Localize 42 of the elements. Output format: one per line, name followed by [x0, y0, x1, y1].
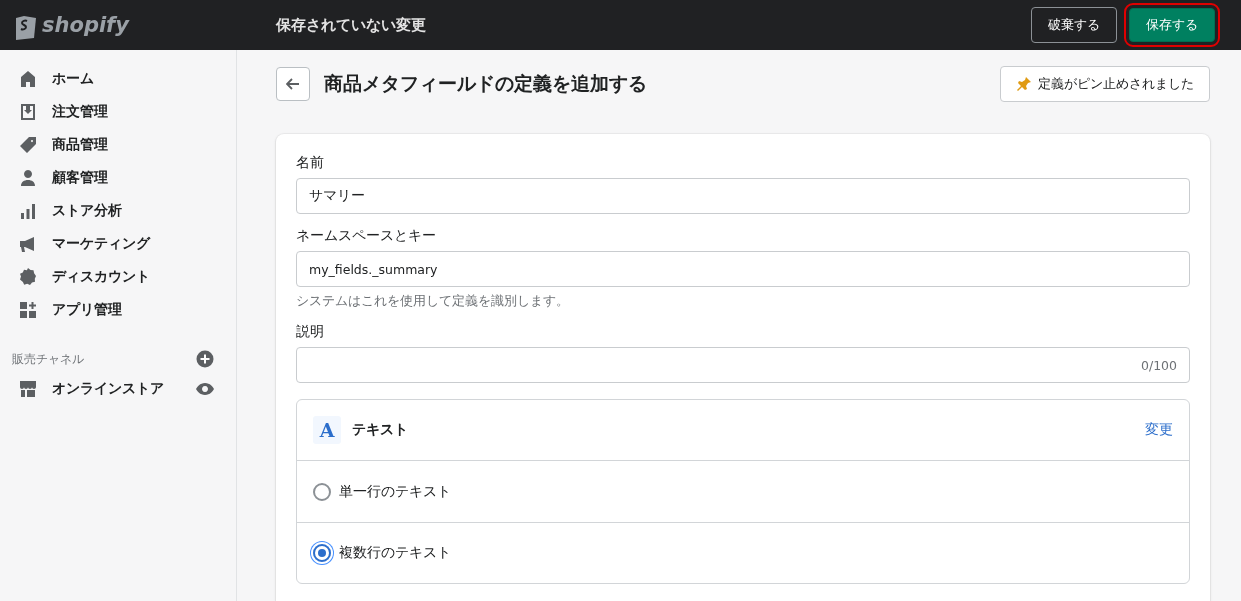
sidebar-item[interactable]: ホーム — [12, 62, 236, 95]
sidebar-item[interactable]: アプリ管理 — [12, 293, 236, 326]
option-label: 単一行のテキスト — [339, 482, 451, 501]
section-title: 販売チャネル — [12, 351, 84, 367]
option-label: 複数行のテキスト — [339, 544, 451, 562]
sidebar-item[interactable]: 注文管理 — [12, 95, 236, 128]
back-button[interactable] — [276, 67, 310, 101]
type-badge: A — [313, 416, 341, 444]
radio-button[interactable] — [313, 544, 331, 562]
arrow-left-icon — [286, 78, 300, 90]
sidebar-item[interactable]: ストア分析 — [12, 194, 236, 227]
name-input[interactable]: サマリー — [296, 178, 1190, 214]
change-link[interactable]: 変更 — [1145, 421, 1173, 439]
inbox-icon — [18, 101, 38, 122]
namespace-key-input[interactable]: my_fields._summary — [296, 251, 1190, 287]
storefront-icon — [18, 378, 38, 399]
description-input[interactable]: 0/100 — [296, 347, 1190, 383]
field-label: 名前 — [296, 154, 325, 172]
apps-icon — [18, 299, 38, 320]
person-icon — [18, 167, 38, 188]
type-name: テキスト — [352, 421, 409, 439]
house-icon — [18, 68, 38, 89]
add-icon[interactable] — [196, 350, 214, 368]
unsaved-changes-title: 保存されていない変更 — [276, 15, 427, 35]
pinned-button[interactable]: 定義がピン止めされました — [1000, 66, 1210, 102]
logo-wordmark: shopify — [42, 13, 129, 37]
tag-icon — [18, 134, 38, 155]
pin-icon — [1016, 76, 1032, 92]
sidebar-item[interactable]: 顧客管理 — [12, 161, 236, 194]
eye-icon[interactable] — [196, 382, 214, 395]
field-label: 説明 — [296, 323, 325, 341]
discard-button[interactable]: 破棄する — [1031, 7, 1117, 43]
page-title: 商品メタフィールドの定義を追加する — [324, 71, 648, 96]
sidebar-item[interactable]: オンラインストア — [12, 372, 164, 405]
sidebar-item[interactable]: ディスカウント — [12, 260, 236, 293]
discount-badge-icon — [18, 266, 38, 287]
field-label: ネームスペースとキー — [296, 227, 437, 245]
help-text: システムはこれを使用して定義を識別します。 — [296, 292, 570, 310]
sidebar-item[interactable]: マーケティング — [12, 227, 236, 260]
character-counter: 0/100 — [1140, 357, 1177, 373]
radio-button[interactable] — [313, 482, 331, 501]
sidebar-item[interactable]: 商品管理 — [12, 128, 236, 161]
